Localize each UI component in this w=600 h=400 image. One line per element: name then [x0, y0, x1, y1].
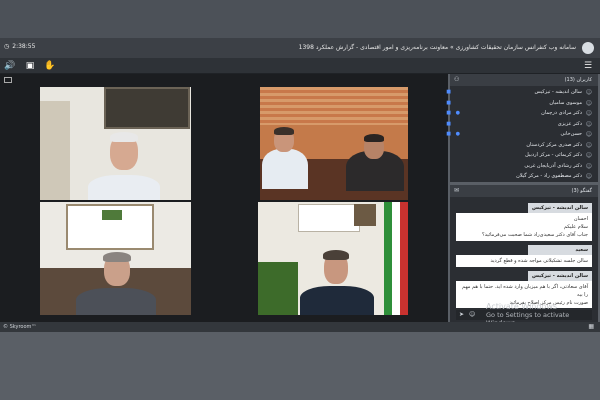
- user-icon: ☺: [585, 152, 592, 159]
- participant-row[interactable]: ☺ حسن‌خانی ■ ●: [446, 130, 592, 141]
- video-tile-1[interactable]: [40, 87, 191, 200]
- participant-name: دکتر عزیزی: [557, 120, 582, 127]
- status-bar: © Skyroom™ ▦: [0, 322, 600, 332]
- camera-icon: ■: [446, 120, 451, 127]
- brand-label: © Skyroom™: [3, 324, 37, 330]
- session-timer: ◷ 2:38:55: [4, 43, 35, 50]
- participants-panel: ⚇ کاربران (13) ☺ سالن اندیشه - تیزکیس ■ ☺ مو…: [446, 74, 598, 183]
- user-icon: ☺: [585, 141, 592, 149]
- top-strip: [0, 0, 600, 38]
- user-icon: ☺: [585, 131, 592, 138]
- chat-icon: ✉: [454, 187, 460, 194]
- video-tile-2[interactable]: [260, 87, 408, 200]
- microphone-icon: ●: [455, 131, 460, 137]
- user-icon: ☺: [585, 110, 592, 117]
- user-icon: ☺: [585, 173, 592, 180]
- chat-message-body: سالن جلسه تشکیلاتی مواجه شده و قطع گردید: [456, 255, 592, 267]
- microphone-icon: ●: [455, 110, 460, 116]
- app-root: ◷ 2:38:55 سامانه وب کنفرانس سازمان تحقیق…: [0, 0, 600, 400]
- chat-message-author: سالن اندیشه - تیزکیس: [528, 203, 592, 213]
- flag: [384, 202, 408, 315]
- share-icon[interactable]: ▣: [24, 60, 36, 72]
- menu-icon[interactable]: ☰: [584, 60, 594, 72]
- person-body: [88, 175, 160, 200]
- participant-name: دکتر رشادی آذربایجان غربی: [524, 162, 582, 169]
- wall-emblem: [354, 204, 376, 226]
- chat-header: ✉ گفتگو (3): [450, 185, 598, 197]
- participant-list: ☺ سالن اندیشه - تیزکیس ■ ☺ موسوی سامیان ■ ☺ دکت…: [446, 88, 592, 183]
- participant-name: موسوی سامیان: [549, 99, 582, 106]
- participants-header: ⚇ کاربران (13): [450, 74, 598, 86]
- camera-icon: ■: [446, 131, 451, 137]
- participant-name: دکتر مرادی درچمان: [541, 110, 582, 116]
- chat-message-line: سالن جلسه تشکیلاتی مواجه شده و قطع گردید: [490, 258, 588, 264]
- camera-icon: ■: [446, 99, 451, 106]
- user-icon: ☺: [585, 162, 592, 170]
- video-area: [0, 74, 448, 322]
- person-body: [262, 149, 308, 189]
- bottom-strip: [0, 332, 600, 400]
- video-tile-3[interactable]: [40, 202, 191, 315]
- wall-portraits: [298, 204, 360, 232]
- participant-row[interactable]: ☺ دکتر مرادی درچمان ■ ●: [446, 109, 592, 120]
- chat-message-author: سعید: [528, 245, 592, 255]
- participant-name: دکتر مصطفوی راد - مرکز گیلان: [516, 173, 582, 179]
- chat-title: گفتگو (3): [571, 188, 592, 194]
- user-icon: ☺: [585, 99, 592, 107]
- person-hair: [110, 132, 138, 142]
- participant-row[interactable]: ☺ دکتر صدری مرکز کردستان: [462, 141, 592, 152]
- watermark-line-1: Activate Windows: [486, 302, 558, 311]
- poster-emblem: [102, 210, 122, 220]
- chat-message-line: آقای سعادتی، اگر با هم میزبان وارد شده ا…: [462, 284, 588, 298]
- chat-message-body: احسان سلام علیکم جناب آقای دکتر سعیدی‌راد …: [456, 213, 592, 241]
- window-title: سامانه وب کنفرانس سازمان تحقیقات کشاورزی…: [298, 44, 576, 51]
- participant-row[interactable]: ☺ موسوی سامیان ■: [446, 99, 592, 110]
- participant-row[interactable]: ☺ دکتر عزیزی ■: [446, 120, 592, 131]
- toolbar-left: 🔊 ▣ ✋: [4, 60, 56, 72]
- participant-row[interactable]: ☺ سالن اندیشه - تیزکیس ■: [446, 88, 592, 99]
- user-icon: ☺: [585, 120, 592, 128]
- person-hair: [103, 252, 131, 262]
- participant-name: دکتر کریمائی - مرکز اردبیل: [525, 152, 582, 158]
- participant-name: سالن اندیشه - تیزکیس: [534, 89, 582, 95]
- video-tile-4[interactable]: [258, 202, 408, 315]
- plant: [258, 262, 298, 315]
- clock-icon: ◷: [4, 43, 10, 50]
- chat-messages: سالن اندیشه - تیزکیس احسان سلام علیکم جناب …: [456, 199, 592, 308]
- wall-poster: [66, 204, 154, 250]
- participant-row[interactable]: ☺ دکتر رشادی آذربایجان غربی: [462, 162, 592, 173]
- emoji-icon[interactable]: ☺: [469, 311, 475, 318]
- person-hair: [323, 250, 349, 260]
- chat-message-author: سالن اندیشه - تیزکیس: [528, 271, 592, 281]
- user-icon: ☺: [585, 89, 592, 96]
- participant-name: دکتر صدری مرکز کردستان: [526, 141, 582, 148]
- person-body: [76, 288, 156, 315]
- toolbar: 🔊 ▣ ✋ ☰: [0, 58, 600, 74]
- window-blinds: [260, 87, 408, 125]
- door: [40, 101, 70, 200]
- users-icon: ⚇: [454, 76, 460, 83]
- skyroom-logo-icon: [582, 42, 594, 54]
- person-hair: [364, 134, 384, 142]
- participants-title: کاربران (13): [564, 77, 592, 83]
- timer-value: 2:38:55: [12, 43, 36, 50]
- raise-hand-icon[interactable]: ✋: [44, 60, 56, 72]
- person-body: [300, 286, 374, 315]
- camera-icon: ■: [446, 110, 451, 116]
- camera-icon: ■: [446, 89, 451, 95]
- chat-message-line: احسان: [573, 216, 588, 222]
- wall-frame: [104, 87, 190, 129]
- chat-message-line: جناب آقای دکتر سعیدی‌راد شما صحبت می‌فرم…: [481, 232, 588, 238]
- speaker-icon[interactable]: 🔊: [4, 60, 16, 72]
- video-pod-icon: [4, 77, 12, 83]
- participant-row[interactable]: ☺ دکتر کریمائی - مرکز اردبیل: [462, 151, 592, 162]
- participant-name: حسن‌خانی: [560, 131, 582, 137]
- person-hair: [274, 127, 294, 135]
- send-icon[interactable]: ➤: [459, 311, 464, 318]
- layout-icon[interactable]: ▦: [588, 323, 594, 330]
- participant-row[interactable]: ☺ دکتر مصطفوی راد - مرکز گیلان: [462, 172, 592, 183]
- chat-message-line: سلام علیکم: [563, 224, 588, 230]
- title-bar: ◷ 2:38:55 سامانه وب کنفرانس سازمان تحقیق…: [0, 38, 600, 58]
